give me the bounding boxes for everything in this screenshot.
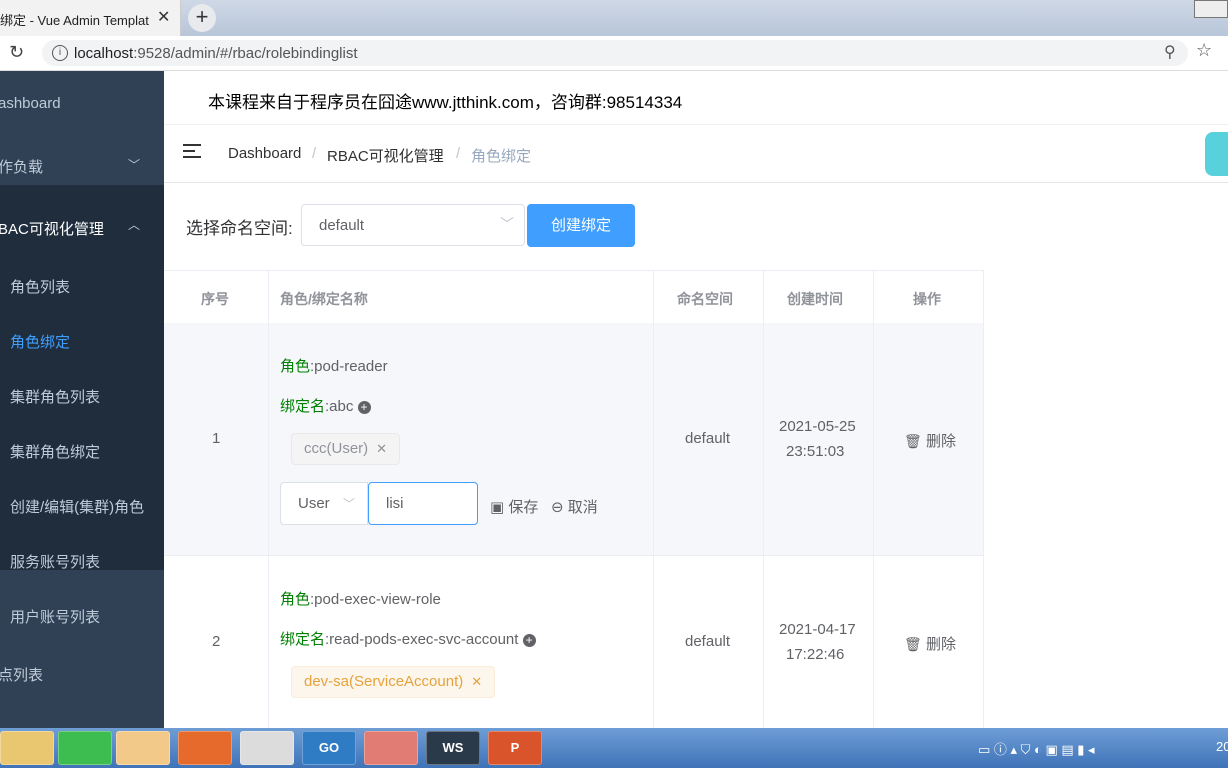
course-notice: 本课程来自于程序员在囧途www.jtthink.com，咨询群:98514334 xyxy=(208,93,683,112)
namespace-select[interactable]: default ﹀ xyxy=(301,204,525,246)
sidebar-item-useraccounts[interactable]: 用户账号列表 xyxy=(10,606,100,627)
webstorm-icon[interactable]: WS xyxy=(426,731,480,765)
browser-tabbar: 绑定 - Vue Admin Templat ✕ + xyxy=(0,0,1228,36)
address-bar-area: ↻ i localhost:9528/admin/#/rbac/rolebind… xyxy=(0,36,1228,71)
column-divider xyxy=(873,270,874,728)
chevron-up-icon: ︿ xyxy=(128,218,141,232)
delete-button[interactable]: 🗑 删除 xyxy=(904,633,956,654)
breadcrumb-current: 角色绑定 xyxy=(471,148,532,165)
sidebar-item-dashboard[interactable]: ashboard xyxy=(0,95,61,112)
breadcrumb-dashboard[interactable]: Dashboard xyxy=(228,145,301,162)
close-icon[interactable]: ✕ xyxy=(376,441,387,456)
row-time: 23:51:03 xyxy=(786,443,845,460)
window-control[interactable] xyxy=(1194,0,1228,18)
browser-tab[interactable]: 绑定 - Vue Admin Templat ✕ xyxy=(0,0,181,36)
row-date: 2021-05-25 xyxy=(779,418,856,435)
role-name: 角色:pod-exec-view-role xyxy=(280,591,441,608)
save-button[interactable]: ▣ 保存 xyxy=(490,496,538,517)
namespace-select-value: default xyxy=(319,217,365,234)
namespace-label: 选择命名空间: xyxy=(186,219,293,238)
save-icon: ▣ xyxy=(490,499,505,516)
trash-icon: 🗑 xyxy=(904,433,922,449)
row-date: 2021-04-17 xyxy=(779,621,856,638)
header-namespace: 命名空间 xyxy=(677,291,733,307)
wechat-icon[interactable] xyxy=(58,731,112,765)
header-name: 角色/绑定名称 xyxy=(280,291,368,307)
subject-tag: ccc(User) ✕ xyxy=(291,433,401,465)
binding-name: 绑定名:abc + xyxy=(280,395,371,416)
goland-icon[interactable]: GO xyxy=(302,731,356,765)
row-namespace: default xyxy=(685,430,731,447)
table-header: 序号 角色/绑定名称 命名空间 创建时间 操作 xyxy=(164,270,984,324)
sidebar-item-nodes[interactable]: 点列表 xyxy=(0,664,43,685)
cancel-button[interactable]: ⊖ 取消 xyxy=(551,496,598,517)
subject-kind-value: User xyxy=(298,495,330,512)
url-text: localhost:9528/admin/#/rbac/rolebindingl… xyxy=(74,45,358,62)
sidebar-item-serviceaccounts[interactable]: 服务账号列表 xyxy=(10,551,100,572)
add-subject-icon[interactable]: + xyxy=(522,634,536,647)
subject-kind-select[interactable]: User ﹀ xyxy=(280,482,368,525)
create-binding-button[interactable]: 创建绑定 xyxy=(527,204,635,247)
delete-button[interactable]: 🗑 删除 xyxy=(904,430,956,451)
column-divider xyxy=(763,270,764,728)
subject-name-input[interactable]: lisi xyxy=(368,482,478,525)
zoom-icon[interactable]: ⚲ xyxy=(1164,42,1176,62)
sidebar-item-roles[interactable]: 角色列表 xyxy=(10,276,70,297)
minus-circle-icon: ⊖ xyxy=(551,499,564,516)
sidebar-item-clusterroles[interactable]: 集群角色列表 xyxy=(10,386,100,407)
sidebar-item-workload[interactable]: 作负载 xyxy=(0,156,43,177)
url-field[interactable]: i localhost:9528/admin/#/rbac/rolebindin… xyxy=(42,40,1188,66)
sidebar-item-rbac[interactable]: BAC可视化管理 xyxy=(0,218,104,239)
binding-name: 绑定名:read-pods-exec-svc-account + xyxy=(280,628,536,649)
sidebar-item-create-role[interactable]: 创建/编辑(集群)角色 xyxy=(10,496,144,517)
file-explorer-icon[interactable] xyxy=(0,731,54,765)
row-time: 17:22:46 xyxy=(786,646,845,663)
chevron-down-icon: ﹀ xyxy=(343,497,356,511)
table-row: 2 角色:pod-exec-view-role 绑定名:read-pods-ex… xyxy=(164,556,984,728)
hamburger-icon[interactable] xyxy=(183,144,201,162)
new-tab-button[interactable]: + xyxy=(188,4,216,32)
add-subject-icon[interactable]: + xyxy=(357,401,371,414)
trash-icon: 🗑 xyxy=(904,636,922,652)
app-icon[interactable] xyxy=(116,731,170,765)
info-icon[interactable]: i xyxy=(52,45,68,61)
sidebar-item-clusterrolebinding[interactable]: 集群角色绑定 xyxy=(10,441,100,462)
breadcrumb-separator: / xyxy=(312,145,317,162)
column-divider xyxy=(983,270,984,728)
close-icon[interactable]: ✕ xyxy=(471,674,482,689)
row-index: 2 xyxy=(212,633,221,650)
chrome-icon[interactable] xyxy=(240,731,294,765)
header-actions: 操作 xyxy=(913,291,941,307)
column-divider xyxy=(268,270,269,728)
header-created: 创建时间 xyxy=(787,291,843,307)
breadcrumb-separator: / xyxy=(456,145,461,162)
chevron-down-icon: ﹀ xyxy=(500,216,514,232)
breadcrumb-rbac[interactable]: RBAC可视化管理 xyxy=(327,145,444,166)
subject-name-value: lisi xyxy=(386,495,404,512)
avatar[interactable] xyxy=(1205,132,1228,176)
subject-tag: dev-sa(ServiceAccount) ✕ xyxy=(291,666,496,698)
close-tab-icon[interactable]: ✕ xyxy=(157,7,170,27)
rolebinding-table: 序号 角色/绑定名称 命名空间 创建时间 操作 1 角色:pod-reader … xyxy=(164,270,984,728)
clock: 20 xyxy=(1216,739,1228,754)
app-icon[interactable] xyxy=(364,731,418,765)
system-tray-icons[interactable]: ▭ ⓘ ▴ ⛉ ◐ ▣ ▤ ▮ ◂ xyxy=(978,739,1095,758)
navbar xyxy=(164,124,1228,183)
role-name: 角色:pod-reader xyxy=(280,358,388,375)
column-divider xyxy=(653,270,654,728)
row-index: 1 xyxy=(212,430,221,447)
table-row: 1 角色:pod-reader 绑定名:abc + ccc(User) ✕ Use… xyxy=(164,323,984,556)
firefox-icon[interactable] xyxy=(178,731,232,765)
header-index: 序号 xyxy=(201,291,229,307)
reload-icon[interactable]: ↻ xyxy=(9,42,24,63)
chevron-down-icon: ﹀ xyxy=(128,158,141,172)
bookmark-star-icon[interactable]: ☆ xyxy=(1196,40,1212,61)
row-namespace: default xyxy=(685,633,731,650)
tab-title: 绑定 - Vue Admin Templat xyxy=(0,13,149,28)
sidebar-item-rolebinding[interactable]: 角色绑定 xyxy=(10,331,70,352)
powerpoint-icon[interactable]: P xyxy=(488,731,542,765)
